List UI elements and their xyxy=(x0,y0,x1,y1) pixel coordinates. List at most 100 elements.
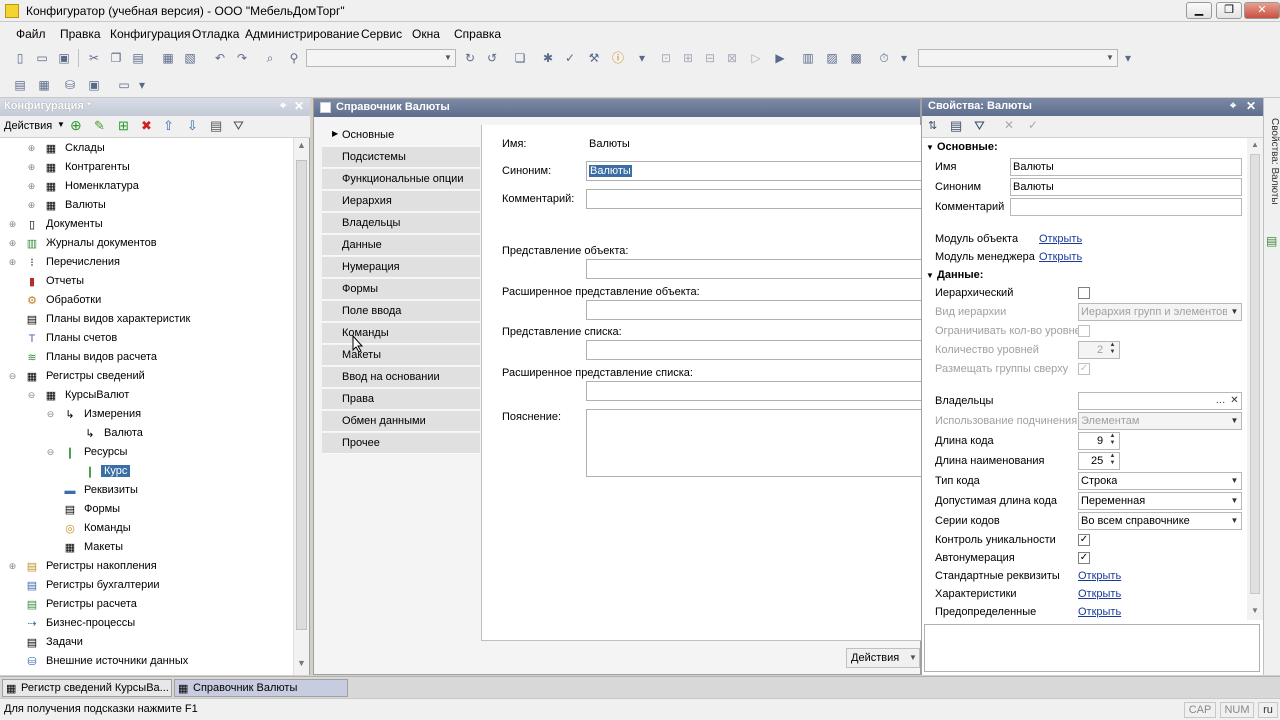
tab-funkcionalnye-opcii[interactable]: Функциональные опции xyxy=(322,169,480,190)
breakpoint-icon[interactable]: ⊡ xyxy=(658,50,674,66)
save-icon[interactable]: ▣ xyxy=(56,50,72,66)
move-down-icon[interactable]: ⇩ xyxy=(187,118,198,134)
config-tree-icon[interactable]: ▤ xyxy=(12,77,28,93)
delete-icon[interactable]: ✖ xyxy=(141,118,152,134)
window-tile-icon[interactable]: ▩ xyxy=(848,50,864,66)
code-series-select[interactable]: Во всем справочнике ▼ xyxy=(1078,512,1242,530)
search-icon[interactable]: ⚲ xyxy=(286,50,302,66)
subordination-select[interactable]: Элементам ▼ xyxy=(1078,412,1242,430)
search-combo[interactable]: ▼ xyxy=(306,49,456,67)
expand-icon[interactable]: ⊕ xyxy=(8,258,17,267)
tab-osnovnye[interactable]: ▶ Основные xyxy=(322,125,480,146)
step-into-icon[interactable]: ⊞ xyxy=(680,50,696,66)
edit-icon[interactable]: ✎ xyxy=(94,118,105,134)
groups-top-checkbox[interactable]: ✓ xyxy=(1078,363,1090,375)
section-dannye[interactable]: ▼ Данные: xyxy=(926,269,983,281)
find-icon[interactable]: ⌕ xyxy=(262,50,278,66)
copy-icon[interactable]: ❐ xyxy=(108,50,124,66)
collapse-arrow-icon[interactable]: ▼ xyxy=(926,271,934,280)
prop-comment-field[interactable] xyxy=(1010,198,1242,216)
find-next-icon[interactable]: ↻ xyxy=(462,50,478,66)
tab-numeraciya[interactable]: Нумерация xyxy=(322,257,480,278)
menu-service[interactable]: Сервис xyxy=(361,27,402,41)
filter-icon[interactable]: ⛛ xyxy=(974,118,985,134)
database-icon[interactable]: ⛁ xyxy=(62,77,78,93)
comment-field[interactable] xyxy=(586,189,922,209)
menu-file[interactable]: Файл xyxy=(16,27,46,41)
pin-icon[interactable]: ⌖ xyxy=(280,100,286,113)
collapse-icon[interactable]: ⊖ xyxy=(46,448,55,457)
scroll-down-icon[interactable]: ▼ xyxy=(1251,606,1259,615)
paste-icon[interactable]: ▤ xyxy=(130,50,146,66)
scrollbar-thumb[interactable] xyxy=(1250,154,1260,594)
step-out-icon[interactable]: ⊠ xyxy=(724,50,740,66)
close-window-button[interactable]: ✕ xyxy=(1244,2,1280,19)
tab-pole-vvoda[interactable]: Поле ввода xyxy=(322,301,480,322)
table-icon[interactable]: ▣ xyxy=(86,77,102,93)
menu-help[interactable]: Справка xyxy=(454,27,501,41)
sort-alphabetical-icon[interactable]: ⇅ xyxy=(928,119,937,132)
window-cascade-icon[interactable]: ▨ xyxy=(824,50,840,66)
editor-actions-button[interactable]: Действия ▼ xyxy=(846,648,920,668)
list-representation-field[interactable] xyxy=(586,340,922,360)
tools-icon[interactable]: ⚒ xyxy=(586,50,602,66)
close-icon[interactable]: ✕ xyxy=(1246,99,1256,113)
menu-administration[interactable]: Администрирование xyxy=(245,27,359,41)
dropdown-arrow-icon[interactable]: ▾ xyxy=(634,50,650,66)
hierarchy-type-select[interactable]: Иерархия групп и элементов ▼ xyxy=(1078,303,1242,321)
collapse-icon[interactable]: ⊖ xyxy=(27,391,36,400)
continue-icon[interactable]: ▷ xyxy=(748,50,764,66)
step-over-icon[interactable]: ⊟ xyxy=(702,50,718,66)
scroll-down-icon[interactable]: ▼ xyxy=(297,658,306,668)
window-list-icon[interactable]: ▥ xyxy=(800,50,816,66)
tab-vladelcy[interactable]: Владельцы xyxy=(322,213,480,234)
cut-icon[interactable]: ✂ xyxy=(86,50,102,66)
task-catalog-valyuty[interactable]: ▦ Справочник Валюты xyxy=(174,679,348,697)
chevron-down-icon[interactable]: ▼ xyxy=(1103,50,1117,66)
filter-icon[interactable]: ⛛ xyxy=(233,118,244,134)
preview-icon[interactable]: ▧ xyxy=(182,50,198,66)
export-icon[interactable]: ▭ xyxy=(116,77,132,93)
info-icon[interactable]: ⓘ xyxy=(610,50,626,66)
collapse-arrow-icon[interactable]: ▼ xyxy=(926,143,934,152)
dropdown-arrow-icon[interactable]: ▾ xyxy=(134,77,150,93)
tab-vvod-na-osnovanii[interactable]: Ввод на основании xyxy=(322,367,480,388)
extended-list-representation-field[interactable] xyxy=(586,381,922,401)
uniqueness-checkbox[interactable]: ✓ xyxy=(1078,534,1090,546)
allowed-code-length-select[interactable]: Переменная ▼ xyxy=(1078,492,1242,510)
dropdown-arrow-icon[interactable]: ▾ xyxy=(1120,50,1136,66)
tab-komandy[interactable]: Команды xyxy=(322,323,480,344)
minimize-button[interactable]: ▁ xyxy=(1186,2,1212,19)
tab-podsistemy[interactable]: Подсистемы xyxy=(322,147,480,168)
expand-icon[interactable]: ⊕ xyxy=(27,163,36,172)
categorized-view-icon[interactable]: ▤ xyxy=(950,118,962,134)
tab-obmen-dannymi[interactable]: Обмен данными xyxy=(322,411,480,432)
add-icon[interactable]: ⊕ xyxy=(70,117,82,134)
menu-edit[interactable]: Правка xyxy=(60,27,101,41)
windows-icon[interactable]: ❏ xyxy=(512,50,528,66)
move-up-icon[interactable]: ⇧ xyxy=(163,118,174,134)
properties-scrollbar[interactable]: ▲ ▼ xyxy=(1247,138,1263,620)
expand-icon[interactable]: ⊕ xyxy=(8,562,17,571)
manager-module-open-link[interactable]: Открыть xyxy=(1039,251,1082,269)
levels-count-stepper[interactable]: 2 ▲ ▼ xyxy=(1078,341,1120,359)
menu-debug[interactable]: Отладка xyxy=(192,27,239,41)
scroll-up-icon[interactable]: ▲ xyxy=(1251,140,1259,149)
name-length-stepper[interactable]: 25 ▲ ▼ xyxy=(1078,452,1120,470)
side-properties-tab[interactable]: Свойства: Валюты xyxy=(1265,118,1280,218)
tab-prochee[interactable]: Прочее xyxy=(322,433,480,454)
tab-formy[interactable]: Формы xyxy=(322,279,480,300)
debug-icon[interactable]: ✱ xyxy=(540,50,556,66)
code-type-select[interactable]: Строка ▼ xyxy=(1078,472,1242,490)
print-icon[interactable]: ▦ xyxy=(160,50,176,66)
tab-prava[interactable]: Права xyxy=(322,389,480,410)
find-prev-icon[interactable]: ↺ xyxy=(484,50,500,66)
hierarchical-checkbox[interactable] xyxy=(1078,287,1090,299)
open-icon[interactable]: ▭ xyxy=(34,50,50,66)
explanation-field[interactable] xyxy=(586,409,922,477)
owners-field[interactable]: … ✕ xyxy=(1078,392,1242,410)
synonym-field[interactable]: Валюты xyxy=(586,161,922,181)
task-info-register[interactable]: ▦ Регистр сведений КурсыВа... xyxy=(2,679,172,697)
add-child-icon[interactable]: ⊞ xyxy=(118,118,129,134)
tab-makety[interactable]: Макеты xyxy=(322,345,480,366)
